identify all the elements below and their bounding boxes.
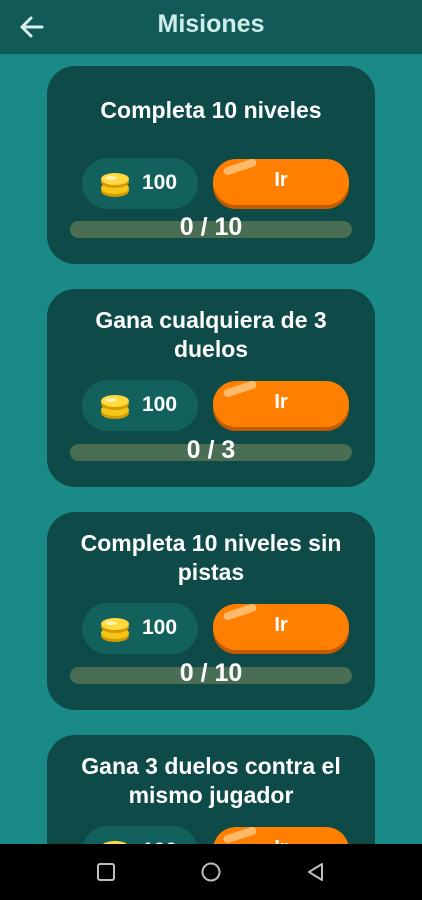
mission-title: Gana cualquiera de 3 duelos [95,307,327,362]
progress-bar: 0 / 10 [70,659,352,687]
go-button-label: Ir [274,169,288,191]
reward-pill: 100 [82,158,198,209]
go-button[interactable]: Ir [213,604,349,650]
reward-amount: 100 [142,393,178,416]
progress-text: 0 / 10 [179,659,243,687]
progress-bar: 0 / 10 [70,213,352,241]
mission-card: Completa 10 niveles 100 Ir 0 / 10 [47,66,375,264]
coins-icon [101,173,129,197]
progress-bar: 0 / 3 [70,436,352,464]
mission-card: Gana 3 duelos contra el mismo jugador 10… [47,735,375,844]
missions-list[interactable]: Completa 10 niveles 100 Ir 0 / 10 Gana c… [0,54,422,844]
go-button-label: Ir [274,614,288,636]
mission-title: Gana 3 duelos contra el mismo jugador [81,753,341,808]
recents-square-icon[interactable] [95,861,117,883]
reward-amount: 100 [142,616,178,639]
go-button[interactable]: Ir [213,381,349,427]
mission-title: Completa 10 niveles sin pistas [80,530,342,585]
go-button[interactable]: Ir [213,827,349,844]
reward-amount: 100 [142,171,178,194]
mission-card: Completa 10 niveles sin pistas 100 Ir 0 … [47,512,375,710]
progress-text: 0 / 3 [186,436,236,464]
system-navigation-bar [0,844,422,900]
home-circle-icon[interactable] [200,861,222,883]
coins-icon [102,841,128,844]
reward-pill: 100 [82,603,198,654]
mission-title: Completa 10 niveles [100,97,322,123]
app-header: Misiones [0,0,422,54]
page-title: Misiones [157,10,265,38]
coins-icon [101,395,129,419]
go-button[interactable]: Ir [213,159,349,205]
reward-pill: 100 [82,380,198,431]
go-button-label: Ir [274,837,287,844]
back-triangle-icon[interactable] [305,861,327,883]
reward-pill: 100 [82,826,198,844]
mission-card: Gana cualquiera de 3 duelos 100 Ir 0 / 3 [47,289,375,487]
coins-icon [101,618,129,642]
go-button-label: Ir [274,391,288,413]
progress-text: 0 / 10 [179,213,243,241]
